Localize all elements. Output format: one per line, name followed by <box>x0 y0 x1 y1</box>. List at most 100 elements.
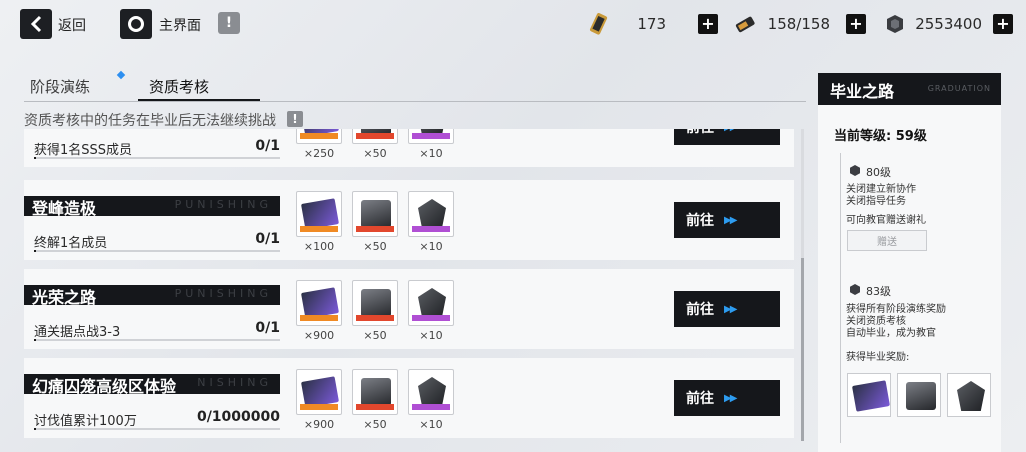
battery-icon <box>735 16 755 33</box>
stamina-value: 173 <box>637 15 666 33</box>
back-label[interactable]: 返回 <box>58 15 86 35</box>
task-title-bar: 登峰造极 PUNISHING <box>24 196 280 218</box>
crystal-icon <box>418 377 446 407</box>
graduation-reward-label: 获得毕业奖励: <box>846 352 910 363</box>
task-title: 登峰造极 <box>32 199 97 218</box>
go-button[interactable]: 前往 ▶▶ <box>674 380 780 416</box>
reward-chip-item[interactable] <box>352 369 398 415</box>
reward-count: ×10 <box>419 418 443 431</box>
crystal-icon <box>418 288 446 318</box>
reward-chip-item[interactable] <box>352 191 398 237</box>
chip-icon <box>361 289 391 317</box>
double-arrow-icon: ▶▶ <box>724 214 737 226</box>
double-arrow-icon: ▶▶ <box>724 303 737 315</box>
reward-crystal-item[interactable] <box>408 280 454 326</box>
task-progress: 0/1 <box>255 231 280 247</box>
chip-icon <box>361 200 391 228</box>
home-button[interactable] <box>120 9 152 39</box>
back-button[interactable] <box>20 9 52 39</box>
task-watermark: PUNISHING <box>174 198 272 211</box>
reward-ticket-item[interactable] <box>296 129 342 144</box>
reward-crystal-item[interactable] <box>408 369 454 415</box>
reward-count: ×50 <box>363 329 387 342</box>
milestone-extra: 可向教官赠送谢礼 <box>846 215 926 226</box>
go-label: 前往 <box>686 391 714 407</box>
reward-count: ×50 <box>363 418 387 431</box>
go-button[interactable]: 前往 ▶▶ <box>674 291 780 327</box>
reward-crystal-item[interactable] <box>408 129 454 144</box>
stamina-card-icon <box>589 13 608 35</box>
graduation-reward-crystal[interactable] <box>947 373 991 417</box>
panel-title: 毕业之路 <box>830 82 895 101</box>
battery-value: 158/158 <box>767 15 830 33</box>
task-progress-bar <box>34 339 280 341</box>
task-card: 登峰造极 PUNISHING 终解1名成员 0/1 ×100 ×50 ×10 前… <box>24 180 794 260</box>
milestone-line: 关闭建立新协作 <box>846 184 916 195</box>
panel-header: 毕业之路 GRADUATION <box>818 73 1001 105</box>
milestone-line: 获得所有阶段演练奖励 <box>846 304 946 315</box>
notice-text: 资质考核中的任务在毕业后无法继续挑战 <box>24 113 276 129</box>
cog-coin-icon <box>887 15 903 33</box>
chip-icon <box>361 378 391 406</box>
task-title: 光荣之路 <box>32 288 97 307</box>
milestone-line: 自动毕业，成为教官 <box>846 328 936 339</box>
task-progress-bar <box>34 428 280 430</box>
reward-chip-item[interactable] <box>352 129 398 144</box>
info-button[interactable]: ! <box>218 12 240 34</box>
reward-count: ×250 <box>303 147 335 160</box>
chip-icon <box>906 382 936 410</box>
reward-count: ×50 <box>363 147 387 160</box>
reward-count: ×900 <box>303 418 335 431</box>
add-stamina-button[interactable]: + <box>698 14 718 34</box>
notice-info-icon[interactable]: ! <box>287 111 303 127</box>
crystal-icon <box>418 199 446 229</box>
milestone-timeline <box>840 153 841 443</box>
milestone-level: 80级 <box>866 166 891 179</box>
gift-button[interactable]: 赠送 <box>847 230 927 251</box>
home-label[interactable]: 主界面 <box>159 15 201 35</box>
milestone-hex-icon <box>850 284 860 295</box>
graduation-panel: 毕业之路 GRADUATION 当前等级: 59级 80级 关闭建立新协作 关闭… <box>818 73 1001 452</box>
task-progress-bar <box>34 250 280 252</box>
go-label: 前往 <box>686 129 714 137</box>
milestone-line: 关闭资质考核 <box>846 316 906 327</box>
milestone-level: 83级 <box>866 285 891 298</box>
ticket-icon <box>852 380 890 412</box>
reward-chip-item[interactable] <box>352 280 398 326</box>
task-card: 获得1名SSS成员 0/1 ×250 ×50 ×10 前往 ▶▶ <box>24 129 794 167</box>
current-level: 当前等级: 59级 <box>834 129 927 144</box>
task-progress: 0/1000000 <box>196 409 280 425</box>
chevron-left-icon <box>30 15 42 33</box>
task-list[interactable]: 获得1名SSS成员 0/1 ×250 ×50 ×10 前往 ▶▶ 登峰造极 PU… <box>24 129 796 452</box>
go-button[interactable]: 前往 ▶▶ <box>674 129 780 145</box>
go-button[interactable]: 前往 ▶▶ <box>674 202 780 238</box>
scrollbar-thumb[interactable] <box>801 258 804 441</box>
task-title-bar: 光荣之路 PUNISHING <box>24 285 280 307</box>
reward-ticket-item[interactable] <box>296 280 342 326</box>
home-circle-icon <box>128 16 144 32</box>
add-battery-button[interactable]: + <box>846 14 866 34</box>
tab-stage-drill[interactable]: 阶段演练 <box>30 76 90 97</box>
graduation-reward-ticket[interactable] <box>847 373 891 417</box>
task-desc: 讨伐值累计100万 <box>34 414 137 429</box>
tab-qualification[interactable]: 资质考核 <box>149 76 209 97</box>
crystal-icon <box>957 381 985 411</box>
reward-count: ×50 <box>363 240 387 253</box>
task-progress: 0/1 <box>255 320 280 336</box>
reward-count: ×100 <box>303 240 335 253</box>
panel-subtitle: GRADUATION <box>927 84 991 93</box>
graduation-reward-chip[interactable] <box>897 373 941 417</box>
task-desc: 通关据点战3-3 <box>34 325 121 340</box>
milestone-line: 关闭指导任务 <box>846 196 906 207</box>
task-watermark: NISHING <box>197 376 272 389</box>
add-coin-button[interactable]: + <box>993 14 1013 34</box>
reward-ticket-item[interactable] <box>296 191 342 237</box>
double-arrow-icon: ▶▶ <box>724 129 737 133</box>
coin-value: 2553400 <box>915 15 982 33</box>
task-title: 幻痛囚笼高级区体验 <box>32 377 177 396</box>
task-card: 光荣之路 PUNISHING 通关据点战3-3 0/1 ×900 ×50 ×10… <box>24 269 794 349</box>
new-dot-icon <box>116 70 126 80</box>
reward-crystal-item[interactable] <box>408 191 454 237</box>
reward-ticket-item[interactable] <box>296 369 342 415</box>
task-desc: 终解1名成员 <box>34 236 108 251</box>
